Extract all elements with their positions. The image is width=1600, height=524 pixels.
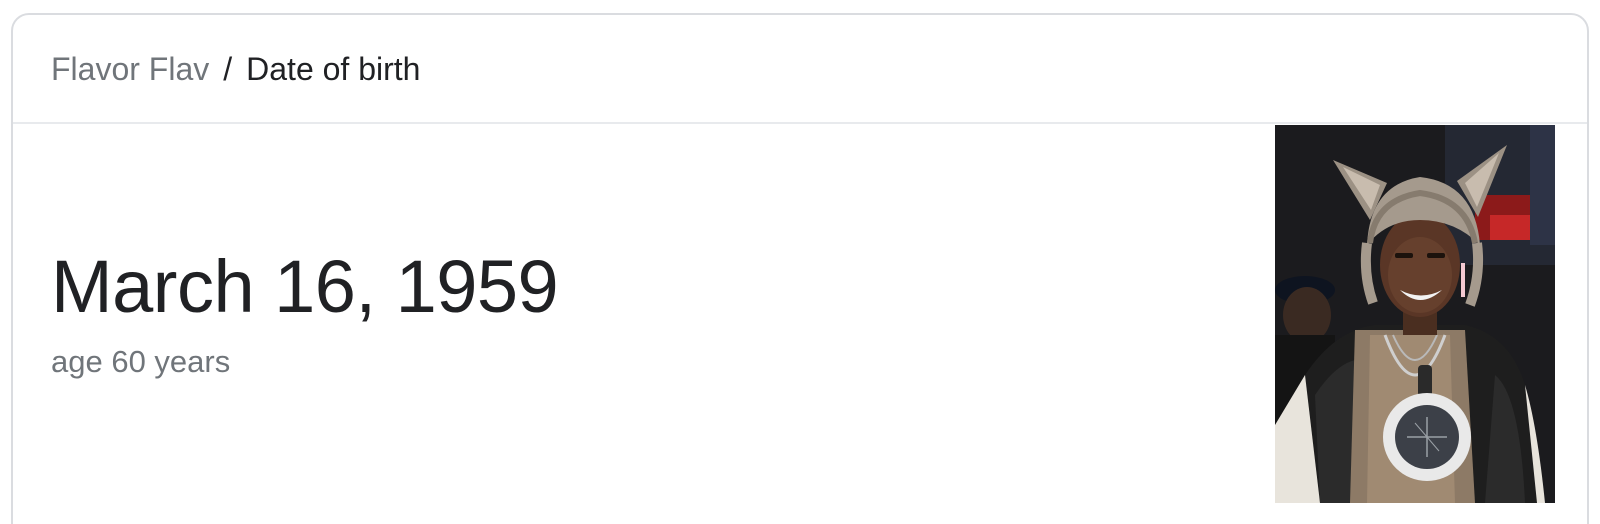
header-divider: [13, 122, 1587, 124]
entity-photo[interactable]: [1275, 125, 1555, 503]
breadcrumb-separator: /: [223, 51, 233, 87]
birth-date-answer: March 16, 1959: [51, 245, 559, 328]
breadcrumb: Flavor Flav / Date of birth: [51, 45, 420, 93]
knowledge-card: Flavor Flav / Date of birth March 16, 19…: [11, 13, 1589, 524]
breadcrumb-attribute: Date of birth: [246, 51, 421, 87]
breadcrumb-entity-link[interactable]: Flavor Flav: [51, 45, 209, 93]
age-subtitle: age 60 years: [51, 344, 231, 379]
